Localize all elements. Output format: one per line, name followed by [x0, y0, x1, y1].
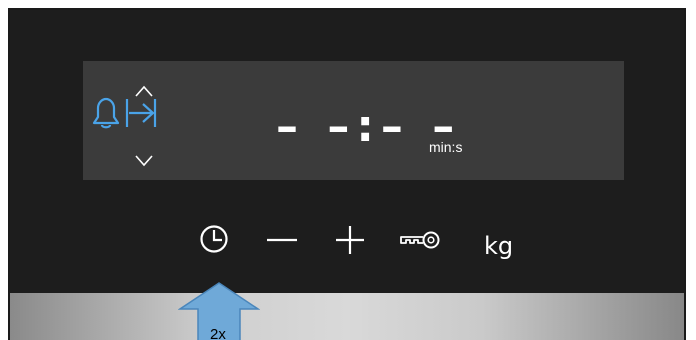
control-strip	[10, 293, 684, 340]
bell-icon[interactable]	[91, 95, 163, 131]
lcd-display: – –:– – min:s	[83, 61, 624, 180]
weight-button[interactable]: kg	[484, 234, 513, 258]
oven-control-panel: – –:– – min:s kg 2x	[8, 8, 686, 340]
plus-icon[interactable]	[334, 223, 366, 255]
minus-icon[interactable]	[265, 223, 299, 255]
timer-unit: min:s	[429, 139, 463, 155]
press-count-label: 2x	[210, 326, 226, 340]
clock-icon[interactable]	[198, 223, 230, 255]
timer-end-icon	[125, 99, 157, 127]
key-icon[interactable]	[398, 223, 444, 255]
chevron-down-icon[interactable]	[134, 154, 154, 168]
